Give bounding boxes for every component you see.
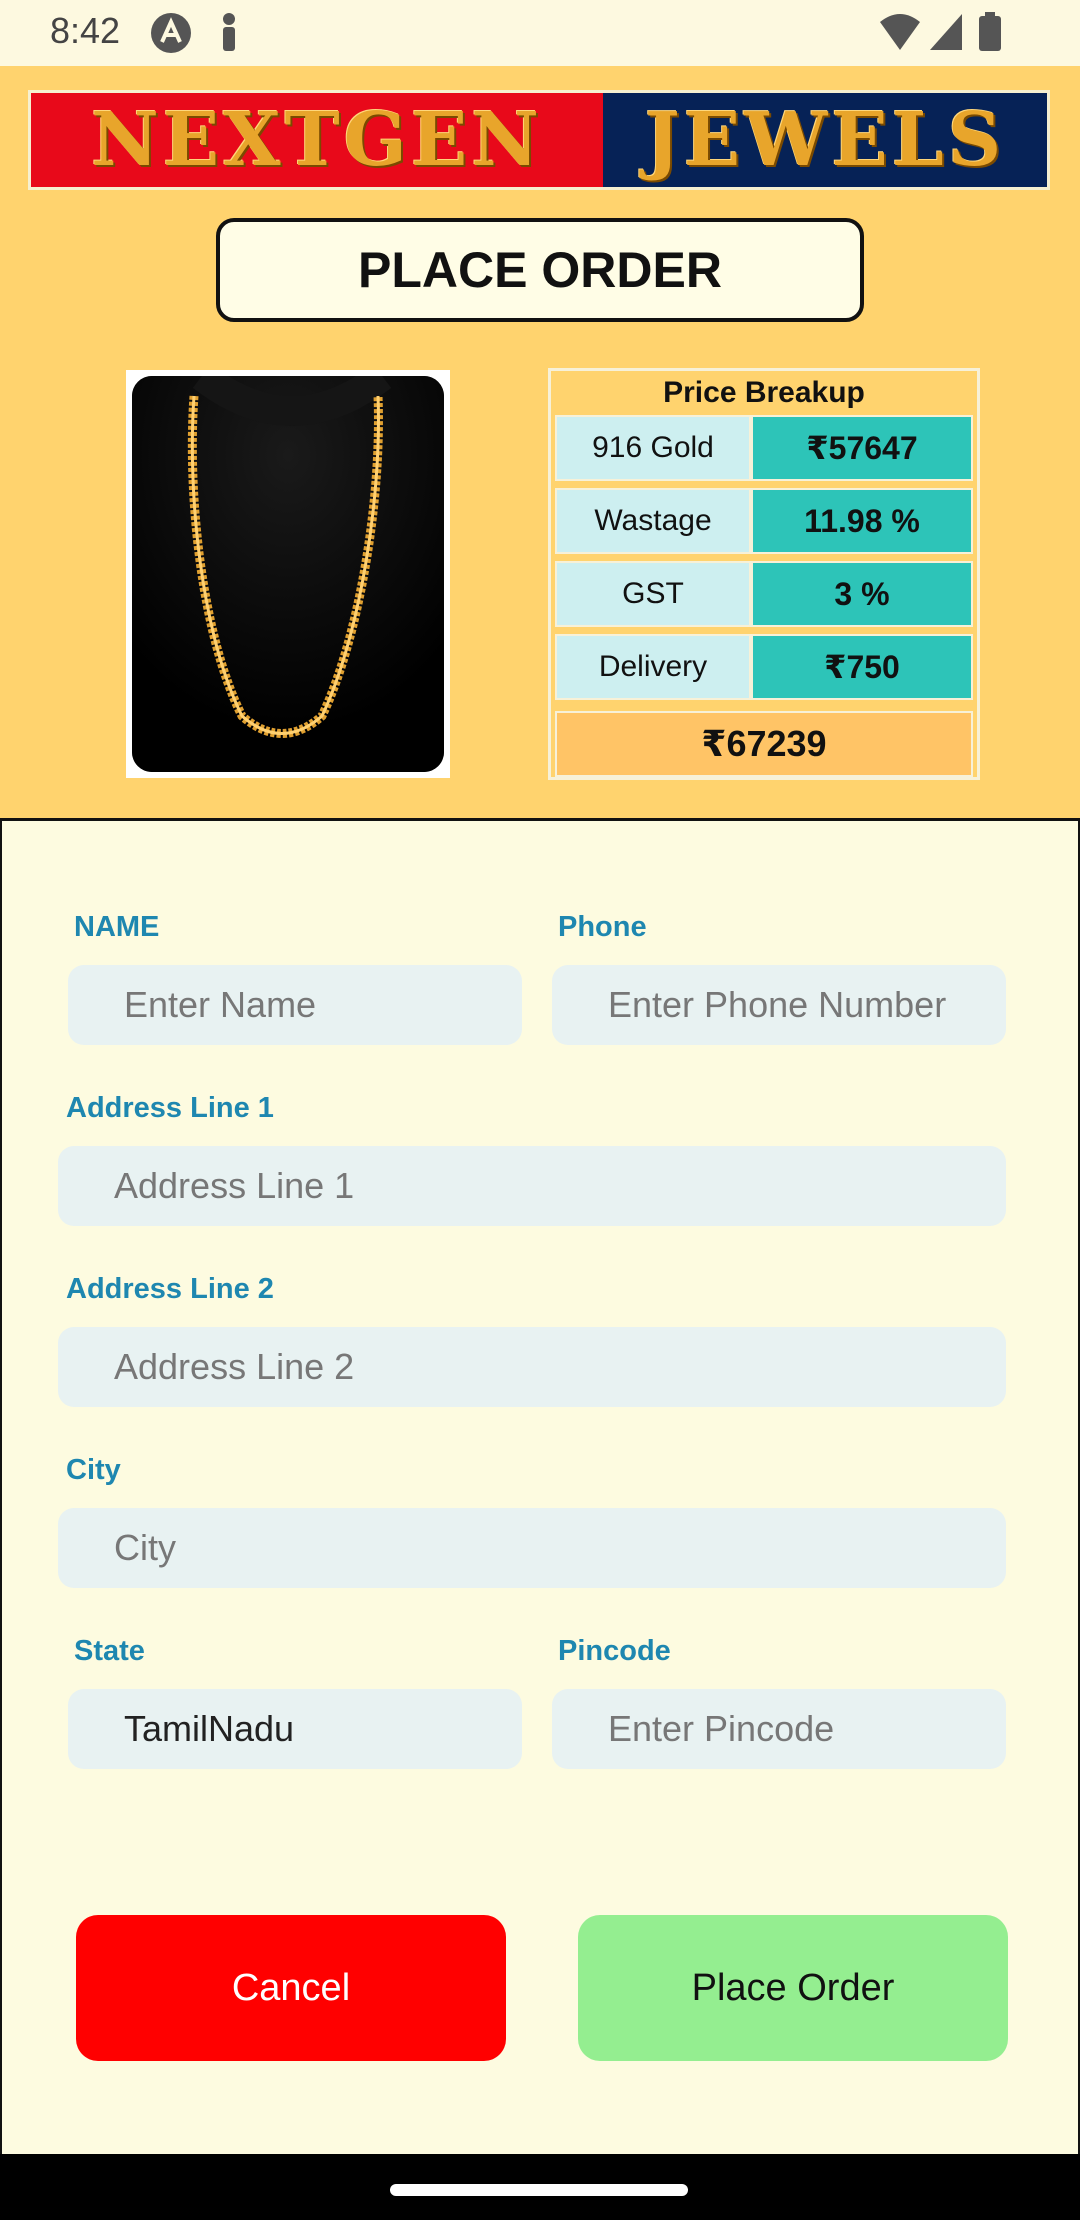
price-row: GST 3 % (555, 561, 973, 627)
price-value: 11.98 % (751, 488, 973, 554)
order-form: NAME Phone Address Line 1 Address Line 2… (0, 818, 1080, 2154)
price-value: 3 % (751, 561, 973, 627)
logo-text-right: JEWELS (644, 97, 1006, 183)
state-input[interactable] (68, 1689, 522, 1769)
phone-label: Phone (558, 911, 647, 943)
state-label: State (74, 1635, 145, 1667)
name-label: NAME (74, 911, 160, 943)
brand-logo: NEXTGEN JEWELS (28, 90, 1050, 190)
address-line-1-input[interactable] (58, 1146, 1006, 1226)
logo-left-panel: NEXTGEN (31, 93, 603, 187)
android-debug-icon (150, 12, 192, 59)
pincode-label: Pincode (558, 1635, 671, 1667)
page-title: PLACE ORDER (216, 218, 864, 322)
city-input[interactable] (58, 1508, 1006, 1588)
name-input[interactable] (68, 965, 522, 1045)
address-line-2-label: Address Line 2 (66, 1273, 274, 1305)
phone-input[interactable] (552, 965, 1006, 1045)
notification-icon (218, 12, 240, 59)
address-line-2-input[interactable] (58, 1327, 1006, 1407)
wifi-icon (878, 12, 922, 57)
price-value: ₹57647 (751, 415, 973, 481)
price-row: 916 Gold ₹57647 (555, 415, 973, 481)
address-line-1-label: Address Line 1 (66, 1092, 274, 1124)
price-value: ₹750 (751, 634, 973, 700)
logo-right-panel: JEWELS (603, 93, 1047, 187)
price-label: GST (555, 561, 751, 627)
price-row: Wastage 11.98 % (555, 488, 973, 554)
order-header: NEXTGEN JEWELS PLACE ORDER Price Breakup… (0, 66, 1080, 818)
status-bar: 8:42 (0, 0, 1080, 66)
price-total: ₹67239 (555, 711, 973, 777)
price-breakup-table: Price Breakup 916 Gold ₹57647 Wastage 11… (548, 368, 980, 780)
home-gesture-handle[interactable] (390, 2184, 688, 2196)
cancel-button[interactable]: Cancel (76, 1915, 506, 2061)
place-order-button[interactable]: Place Order (578, 1915, 1008, 2061)
price-breakup-title: Price Breakup (663, 376, 865, 409)
logo-text-left: NEXTGEN (91, 97, 543, 183)
battery-icon (978, 12, 1002, 57)
necklace-image (132, 376, 444, 772)
status-time: 8:42 (50, 10, 121, 51)
price-label: Wastage (555, 488, 751, 554)
cellular-signal-icon (928, 12, 964, 57)
price-label: 916 Gold (555, 415, 751, 481)
pincode-input[interactable] (552, 1689, 1006, 1769)
price-label: Delivery (555, 634, 751, 700)
navigation-bar (0, 2154, 1080, 2220)
product-image (126, 370, 450, 778)
price-row: Delivery ₹750 (555, 634, 973, 700)
city-label: City (66, 1454, 121, 1486)
